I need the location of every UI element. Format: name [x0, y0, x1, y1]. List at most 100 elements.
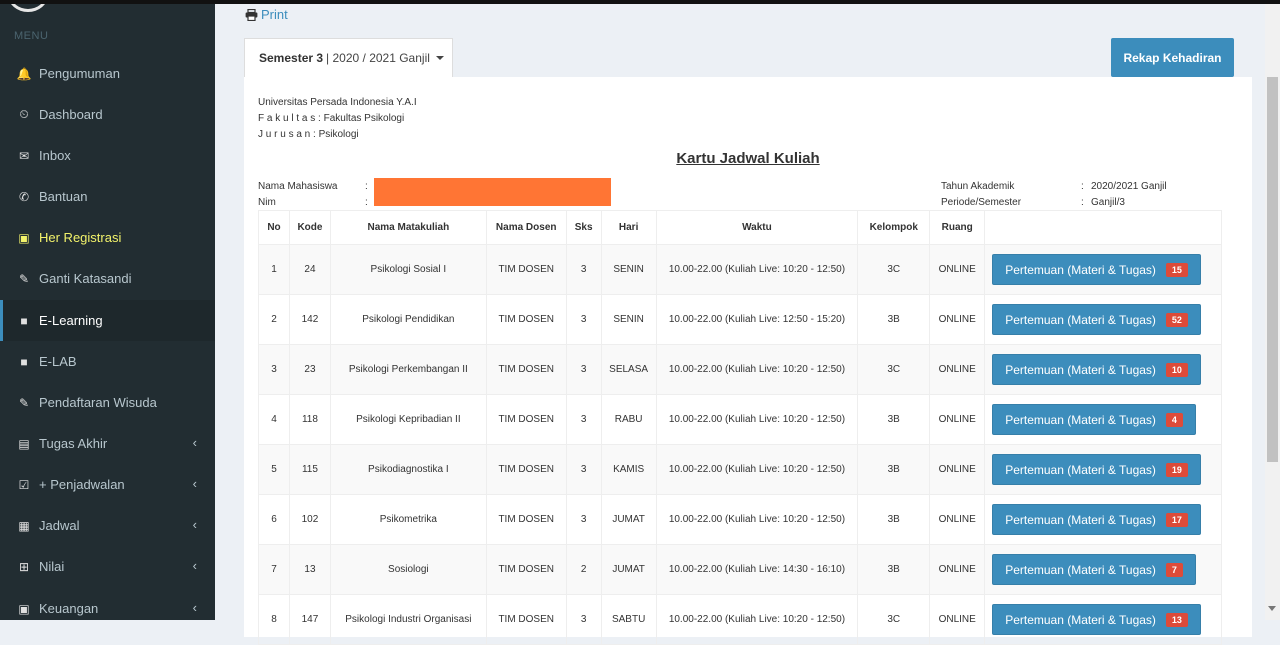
- column-header: Sks: [565, 210, 602, 245]
- cell-nama: Psikometrika: [329, 494, 487, 545]
- sidebar-item-pendaftaran-wisuda[interactable]: ✎ Pendaftaran Wisuda: [0, 382, 215, 423]
- book-icon: ▤: [18, 436, 30, 451]
- sidebar-item-label: Dashboard: [39, 107, 103, 122]
- cell-dosen: TIM DOSEN: [485, 244, 567, 295]
- cell-kelompok: 3B: [857, 494, 931, 545]
- cell-waktu: 10.00-22.00 (Kuliah Live: 12:50 - 15:20): [655, 294, 859, 345]
- cell-kelompok: 3C: [857, 344, 931, 395]
- pertemuan-button[interactable]: Pertemuan (Materi & Tugas) 4: [992, 404, 1196, 435]
- periode-value: Ganjil/3: [1091, 197, 1125, 208]
- academic-info: Tahun Akademik:2020/2021 Ganjil Periode/…: [941, 179, 1167, 211]
- top-bar: [0, 0, 1280, 4]
- cell-waktu: 10.00-22.00 (Kuliah Live: 10:20 - 12:50): [655, 394, 859, 445]
- cell-waktu: 10.00-22.00 (Kuliah Live: 10:20 - 12:50): [655, 244, 859, 295]
- sidebar-item-jadwal[interactable]: ▦ Jadwal ‹: [0, 505, 215, 546]
- cell-hari: SELASA: [600, 344, 657, 395]
- table-row: 6 102 Psikometrika TIM DOSEN 3 JUMAT 10.00-22.…: [258, 494, 1222, 545]
- cell-hari: RABU: [600, 394, 657, 445]
- cell-sks: 2: [565, 544, 602, 595]
- sidebar-item-e-learning[interactable]: ■ E-Learning: [0, 300, 215, 341]
- cell-action: Pertemuan (Materi & Tugas) 10: [984, 344, 1222, 395]
- pertemuan-button-label: Pertemuan (Materi & Tugas): [1005, 562, 1156, 577]
- count-badge: 7: [1165, 562, 1183, 577]
- nim-label: Nim: [258, 197, 276, 208]
- cell-kode: 24: [288, 244, 331, 295]
- cell-sks: 3: [565, 244, 602, 295]
- print-link[interactable]: Print: [245, 7, 288, 22]
- student-info: Nama Mahasiswa: Nim:: [258, 179, 368, 211]
- pertemuan-button[interactable]: Pertemuan (Materi & Tugas) 17: [992, 504, 1201, 535]
- column-header: Nama Matakuliah: [329, 210, 487, 245]
- video-camera-icon: ■: [20, 313, 28, 328]
- calendar-icon: ▦: [18, 518, 30, 533]
- scrollbar-thumb[interactable]: [1267, 77, 1278, 462]
- tahun-colon: :: [1081, 181, 1084, 192]
- table-row: 7 13 Sosiologi TIM DOSEN 2 JUMAT 10.00-22.00 (…: [258, 544, 1222, 595]
- cell-no: 4: [258, 394, 290, 445]
- semester-dropdown[interactable]: Semester 3 | 2020 / 2021 Ganjil: [244, 38, 453, 77]
- sidebar-item-e-lab[interactable]: ■ E-LAB: [0, 341, 215, 382]
- sidebar-item-ganti-katasandi[interactable]: ✎ Ganti Katasandi: [0, 258, 215, 299]
- sidebar: MENU 🔔 Pengumuman ⏲ Dashboard ✉ Inbox ✆ Bantuan…: [0, 0, 215, 620]
- cell-kode: 23: [288, 344, 331, 395]
- sidebar-item-tugas-akhir[interactable]: ▤ Tugas Akhir ‹: [0, 423, 215, 464]
- pertemuan-button[interactable]: Pertemuan (Materi & Tugas) 52: [992, 304, 1201, 335]
- cell-nama: Psikologi Pendidikan: [329, 294, 487, 345]
- sidebar-item-label: Pendaftaran Wisuda: [39, 395, 157, 410]
- column-header: No: [258, 210, 290, 245]
- sidebar-item-nilai[interactable]: ⊞ Nilai ‹: [0, 546, 215, 587]
- cell-sks: 3: [565, 344, 602, 395]
- semester-label: Semester 3: [259, 51, 324, 65]
- dashboard-icon: ⏲: [19, 107, 29, 121]
- column-header: Hari: [600, 210, 657, 245]
- cell-no: 2: [258, 294, 290, 345]
- sidebar-item-label: Pengumuman: [39, 66, 120, 81]
- cell-kelompok: 3C: [857, 244, 931, 295]
- pertemuan-button[interactable]: Pertemuan (Materi & Tugas) 10: [992, 354, 1201, 385]
- sidebar-item-label: Inbox: [39, 148, 71, 163]
- pertemuan-button[interactable]: Pertemuan (Materi & Tugas) 19: [992, 454, 1201, 485]
- pertemuan-button-label: Pertemuan (Materi & Tugas): [1005, 512, 1156, 527]
- sidebar-item-label: Her Registrasi: [39, 230, 122, 245]
- cell-sks: 3: [565, 394, 602, 445]
- sidebar-item-label: E-LAB: [39, 354, 77, 369]
- rekap-kehadiran-button[interactable]: Rekap Kehadiran: [1111, 38, 1234, 77]
- sidebar-item-bantuan[interactable]: ✆ Bantuan: [0, 176, 215, 217]
- cell-nama: Psikologi Perkembangan II: [329, 344, 487, 395]
- table-row: 5 115 Psikodiagnostika I TIM DOSEN 3 KAMIS 10.…: [258, 444, 1222, 495]
- chevron-left-icon: ‹: [192, 558, 197, 573]
- chevron-left-icon: ‹: [192, 600, 197, 615]
- cell-no: 1: [258, 244, 290, 295]
- pencil-icon: ✎: [18, 271, 30, 286]
- sidebar-item-label: Bantuan: [39, 189, 88, 204]
- count-badge: 19: [1165, 462, 1188, 477]
- caret-down-icon: [435, 56, 444, 60]
- sidebar-item-pengumuman[interactable]: 🔔 Pengumuman: [0, 53, 215, 94]
- sidebar-item-her-registrasi[interactable]: ▣ Her Registrasi: [0, 217, 215, 258]
- chevron-left-icon: ‹: [192, 476, 197, 491]
- cell-nama: Sosiologi: [329, 544, 487, 595]
- cell-kode: 118: [288, 394, 331, 445]
- table-row: 4 118 Psikologi Kepribadian II TIM DOSEN 3 RA…: [258, 394, 1222, 445]
- scroll-down-arrow-icon[interactable]: [1268, 606, 1276, 611]
- sidebar-item-inbox[interactable]: ✉ Inbox: [0, 135, 215, 176]
- count-badge: 15: [1165, 262, 1188, 277]
- sidebar-item-penjadwalan[interactable]: ☑ + Penjadwalan ‹: [0, 464, 215, 505]
- jurusan-label: J u r u s a n: [258, 129, 311, 140]
- column-header: Kode: [288, 210, 331, 245]
- cell-dosen: TIM DOSEN: [485, 544, 567, 595]
- cell-kode: 102: [288, 494, 331, 545]
- cell-kelompok: 3B: [857, 444, 931, 495]
- redacted-student-name: [374, 178, 611, 206]
- cell-waktu: 10.00-22.00 (Kuliah Live: 14:30 - 16:10): [655, 544, 859, 595]
- count-badge: 4: [1165, 412, 1183, 427]
- sidebar-item-keuangan[interactable]: ▣ Keuangan ‹: [0, 588, 215, 620]
- pertemuan-button[interactable]: Pertemuan (Materi & Tugas) 7: [992, 554, 1196, 585]
- sidebar-item-label: E-Learning: [39, 313, 103, 328]
- pertemuan-button-label: Pertemuan (Materi & Tugas): [1005, 312, 1156, 327]
- sidebar-item-dashboard[interactable]: ⏲ Dashboard: [0, 94, 215, 135]
- pertemuan-button[interactable]: Pertemuan (Materi & Tugas) 15: [992, 254, 1201, 285]
- cell-action: Pertemuan (Materi & Tugas) 7: [984, 544, 1222, 595]
- cell-hari: JUMAT: [600, 494, 657, 545]
- cell-no: 3: [258, 344, 290, 395]
